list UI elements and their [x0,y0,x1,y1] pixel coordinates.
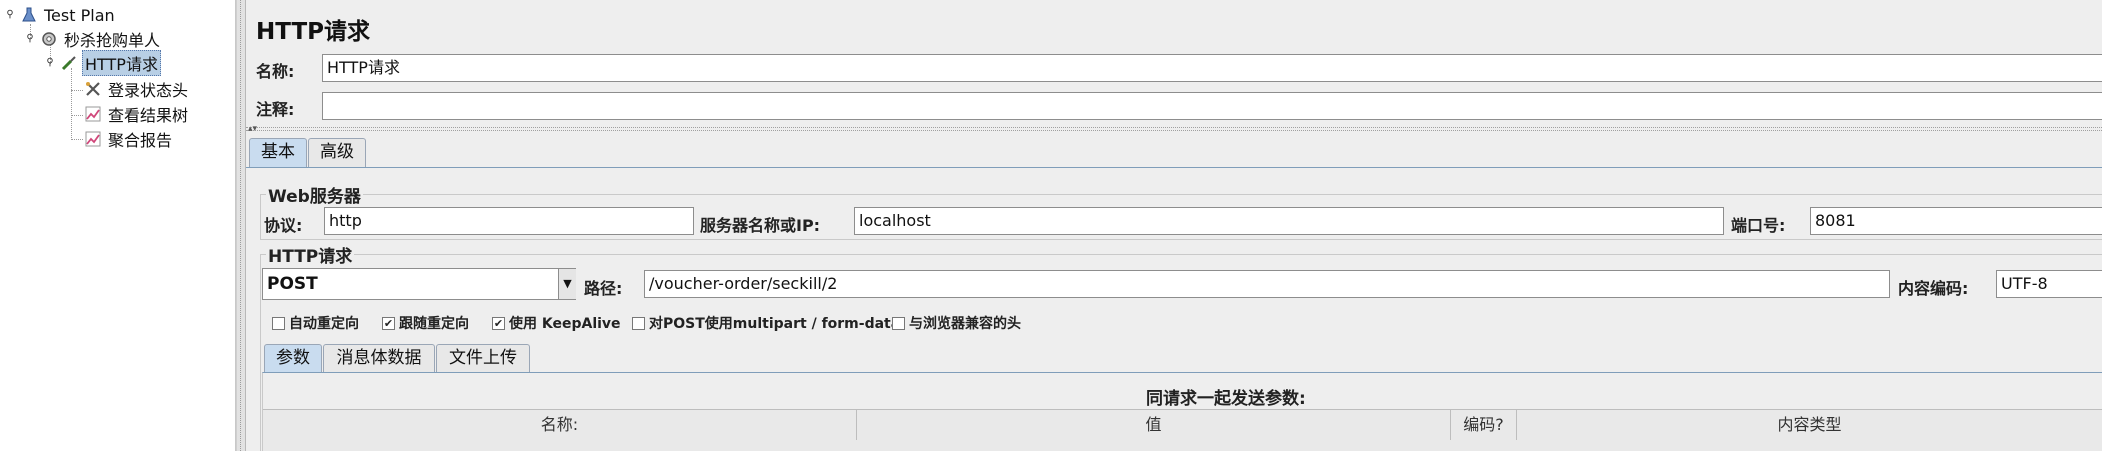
method-select[interactable]: POST [262,268,576,300]
server-label: 服务器名称或IP: [700,216,821,235]
tree-item-test-plan[interactable]: ⚲ Test Plan [4,3,117,27]
column-header-encode[interactable]: 编码? [1451,410,1517,440]
method-value: POST [267,274,318,294]
column-header-name[interactable]: 名称: [263,410,857,440]
checkbox-box[interactable]: ✔ [382,316,395,330]
checkbox-label: 自动重定向 [289,316,359,332]
tree-item-label: HTTP请求 [82,50,161,76]
tree-connector [71,68,72,140]
tree-item-label: 查看结果树 [108,106,189,125]
web-server-title: Web服务器 [266,182,363,207]
column-header-value[interactable]: 值 [857,410,1451,440]
checkbox-keepalive[interactable]: ✔ 使用 KeepAlive [492,313,621,333]
checkbox-auto-redirect[interactable]: 自动重定向 [272,313,359,333]
checkbox-label: 与浏览器兼容的头 [909,316,1021,332]
column-header-content-type[interactable]: 内容类型 [1517,410,2102,440]
path-field[interactable]: /voucher-order/seckill/2 [644,270,1890,298]
tree-item-label: 登录状态头 [108,81,189,100]
name-field[interactable]: HTTP请求 [322,54,2102,82]
collapse-divider[interactable] [246,127,2102,131]
encoding-field[interactable]: UTF-8 [1996,270,2102,298]
port-label: 端口号: [1731,216,1786,235]
pipette-icon [60,54,78,72]
params-caption: 同请求一起发送参数: [1146,389,1306,409]
protocol-label: 协议: [264,216,303,235]
tab-basic[interactable]: 基本 [249,138,307,168]
gear-icon [40,30,58,48]
tree-item-label: 秒杀抢购单人 [64,31,161,50]
checkbox-label: 对POST使用multipart / form-data [649,316,901,332]
divider-grip [240,0,242,451]
checkbox-browser-headers[interactable]: 与浏览器兼容的头 [892,313,1021,333]
tree-connector [71,90,83,91]
chart-icon [84,105,102,123]
checkbox-box[interactable] [892,316,905,330]
tree-item-label: Test Plan [44,5,115,25]
tree-item-label: 聚合报告 [108,131,173,150]
flask-icon [20,6,38,24]
tree-item-header-manager[interactable]: 登录状态头 [84,77,190,101]
tab-parameters[interactable]: 参数 [264,344,322,373]
split-pane-divider[interactable] [236,0,246,451]
http-request-title: HTTP请求 [266,242,355,267]
tree-item-aggregate-report[interactable]: 聚合报告 [84,127,174,151]
tab-files-upload[interactable]: 文件上传 [436,344,530,373]
tree-connector [71,139,83,140]
tree-connector [71,115,83,116]
collapse-toggle-icon[interactable]: ⚲ [24,33,36,45]
collapse-toggle-icon[interactable]: ⚲ [44,57,56,69]
checkbox-box[interactable] [272,316,285,330]
http-request-panel: HTTP请求 名称: HTTP请求 注释: ▴▾ 基本 高级 Web服务器 协议… [246,0,2102,451]
chevron-down-icon[interactable]: ▼ [558,269,576,299]
server-field[interactable]: localhost [854,207,1724,235]
protocol-field[interactable]: http [324,207,694,235]
chart-icon [84,130,102,148]
port-field[interactable]: 8081 [1810,207,2102,235]
collapse-arrow-icon[interactable]: ▴▾ [248,124,257,134]
tab-body-data[interactable]: 消息体数据 [323,344,435,373]
tree-item-thread-group[interactable]: ⚲ 秒杀抢购单人 [24,27,162,51]
checkbox-box[interactable]: ✔ [492,316,505,330]
checkbox-multipart[interactable]: 对POST使用multipart / form-data [632,313,900,333]
path-label: 路径: [584,279,623,298]
tools-icon [84,80,102,98]
checkbox-label: 使用 KeepAlive [509,316,621,332]
tree-item-http-request[interactable]: ⚲ HTTP请求 [44,50,161,76]
comment-label: 注释: [256,100,295,119]
page-title: HTTP请求 [256,19,371,45]
tab-advanced[interactable]: 高级 [308,138,366,168]
comment-field[interactable] [322,92,2102,120]
test-plan-tree[interactable]: ⚲ Test Plan ⚲ 秒杀抢购单人 ⚲ HTTP请求 登录状态头 查看结果… [0,0,236,451]
encoding-label: 内容编码: [1898,279,1969,298]
name-label: 名称: [256,62,295,81]
checkbox-label: 跟随重定向 [399,316,469,332]
tree-item-results-tree[interactable]: 查看结果树 [84,102,190,126]
checkbox-follow-redirects[interactable]: ✔ 跟随重定向 [382,313,469,333]
collapse-toggle-icon[interactable]: ⚲ [4,9,16,21]
checkbox-box[interactable] [632,316,645,330]
